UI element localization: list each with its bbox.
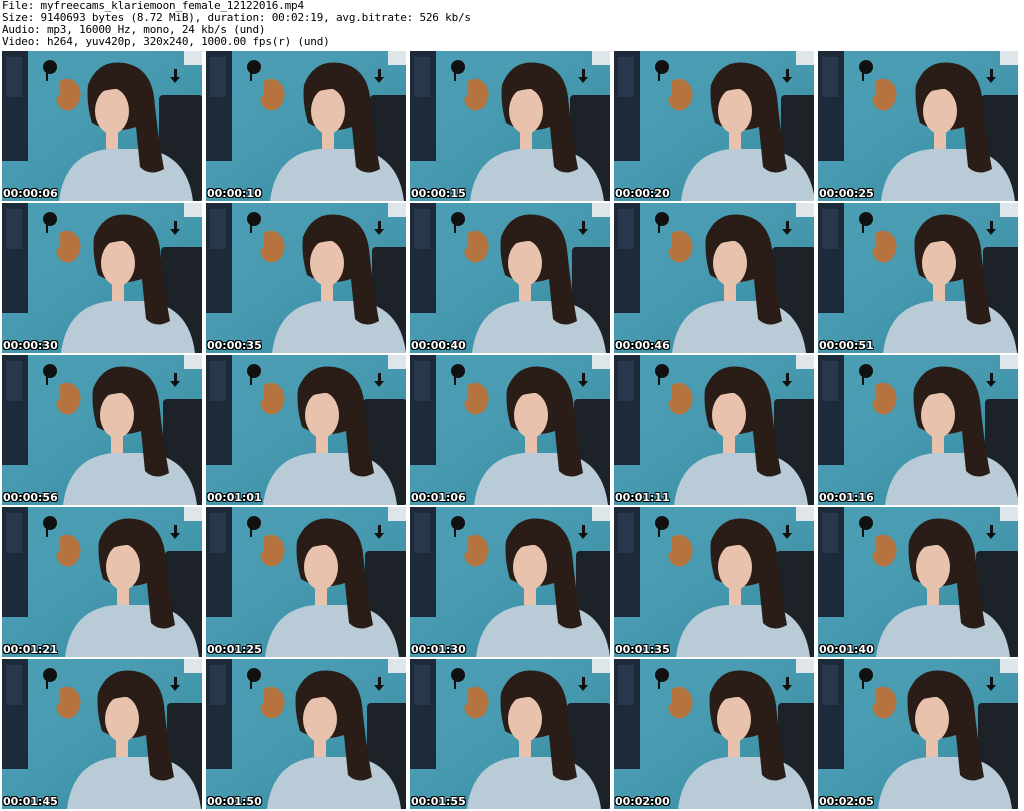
- webcam-frame-image: [614, 507, 814, 657]
- webcam-frame-image: [410, 355, 610, 505]
- frame-timestamp: 00:01:01: [207, 491, 262, 504]
- frame-timestamp: 00:00:30: [3, 339, 58, 352]
- webcam-frame-image: [818, 507, 1018, 657]
- webcam-frame-image: [614, 51, 814, 201]
- thumbnail-grid: 00:00:06 00:00:10 00:00:15 00:00:20 00:00:25…: [2, 51, 1023, 811]
- webcam-frame-image: [818, 355, 1018, 505]
- video-frame-thumbnail: 00:00:30: [2, 203, 202, 353]
- frame-timestamp: 00:00:25: [819, 187, 874, 200]
- webcam-frame-image: [410, 203, 610, 353]
- frame-timestamp: 00:00:06: [3, 187, 58, 200]
- frame-timestamp: 00:01:40: [819, 643, 874, 656]
- webcam-frame-image: [2, 507, 202, 657]
- video-frame-thumbnail: 00:02:00: [614, 659, 814, 809]
- video-frame-thumbnail: 00:01:30: [410, 507, 610, 657]
- webcam-frame-image: [614, 355, 814, 505]
- video-frame-thumbnail: 00:01:45: [2, 659, 202, 809]
- webcam-frame-image: [2, 659, 202, 809]
- video-frame-thumbnail: 00:01:40: [818, 507, 1018, 657]
- webcam-frame-image: [410, 51, 610, 201]
- video-frame-thumbnail: 00:00:15: [410, 51, 610, 201]
- video-frame-thumbnail: 00:01:25: [206, 507, 406, 657]
- file-info-header: File: myfreecams_klariemoon_female_12122…: [2, 0, 1022, 48]
- webcam-frame-image: [2, 355, 202, 505]
- webcam-frame-image: [410, 659, 610, 809]
- frame-timestamp: 00:01:50: [207, 795, 262, 808]
- frame-timestamp: 00:00:51: [819, 339, 874, 352]
- video-frame-thumbnail: 00:00:51: [818, 203, 1018, 353]
- video-frame-thumbnail: 00:01:21: [2, 507, 202, 657]
- frame-timestamp: 00:01:21: [3, 643, 58, 656]
- frame-timestamp: 00:00:20: [615, 187, 670, 200]
- video-info-line: Video: h264, yuv420p, 320x240, 1000.00 f…: [2, 35, 330, 48]
- frame-timestamp: 00:00:40: [411, 339, 466, 352]
- video-frame-thumbnail: 00:00:20: [614, 51, 814, 201]
- frame-timestamp: 00:01:55: [411, 795, 466, 808]
- video-frame-thumbnail: 00:01:11: [614, 355, 814, 505]
- frame-timestamp: 00:00:46: [615, 339, 670, 352]
- frame-timestamp: 00:01:16: [819, 491, 874, 504]
- video-frame-thumbnail: 00:00:35: [206, 203, 406, 353]
- webcam-frame-image: [2, 51, 202, 201]
- frame-timestamp: 00:00:56: [3, 491, 58, 504]
- frame-timestamp: 00:01:45: [3, 795, 58, 808]
- frame-timestamp: 00:01:35: [615, 643, 670, 656]
- video-frame-thumbnail: 00:01:06: [410, 355, 610, 505]
- video-frame-thumbnail: 00:01:55: [410, 659, 610, 809]
- contact-sheet: File: myfreecams_klariemoon_female_12122…: [0, 0, 1024, 811]
- webcam-frame-image: [410, 507, 610, 657]
- video-frame-thumbnail: 00:01:35: [614, 507, 814, 657]
- webcam-frame-image: [206, 51, 406, 201]
- video-frame-thumbnail: 00:01:50: [206, 659, 406, 809]
- frame-timestamp: 00:01:06: [411, 491, 466, 504]
- video-frame-thumbnail: 00:00:40: [410, 203, 610, 353]
- webcam-frame-image: [614, 659, 814, 809]
- webcam-frame-image: [2, 203, 202, 353]
- video-frame-thumbnail: 00:02:05: [818, 659, 1018, 809]
- video-frame-thumbnail: 00:01:16: [818, 355, 1018, 505]
- video-frame-thumbnail: 00:00:46: [614, 203, 814, 353]
- frame-timestamp: 00:00:15: [411, 187, 466, 200]
- webcam-frame-image: [614, 203, 814, 353]
- frame-timestamp: 00:00:10: [207, 187, 262, 200]
- webcam-frame-image: [818, 659, 1018, 809]
- frame-timestamp: 00:01:25: [207, 643, 262, 656]
- webcam-frame-image: [206, 355, 406, 505]
- webcam-frame-image: [206, 203, 406, 353]
- frame-timestamp: 00:01:30: [411, 643, 466, 656]
- video-frame-thumbnail: 00:01:01: [206, 355, 406, 505]
- webcam-frame-image: [206, 507, 406, 657]
- frame-timestamp: 00:02:00: [615, 795, 670, 808]
- frame-timestamp: 00:02:05: [819, 795, 874, 808]
- webcam-frame-image: [818, 51, 1018, 201]
- frame-timestamp: 00:00:35: [207, 339, 262, 352]
- video-frame-thumbnail: 00:00:56: [2, 355, 202, 505]
- frame-timestamp: 00:01:11: [615, 491, 670, 504]
- video-frame-thumbnail: 00:00:25: [818, 51, 1018, 201]
- webcam-frame-image: [818, 203, 1018, 353]
- webcam-frame-image: [206, 659, 406, 809]
- video-frame-thumbnail: 00:00:10: [206, 51, 406, 201]
- video-frame-thumbnail: 00:00:06: [2, 51, 202, 201]
